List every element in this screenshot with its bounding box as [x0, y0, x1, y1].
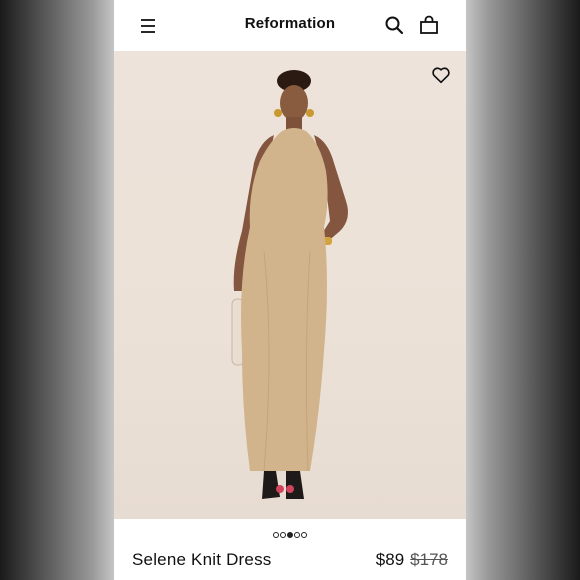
original-price: $178 [410, 550, 448, 569]
carousel-dot[interactable] [273, 531, 279, 538]
app-screen: Reformation Selene Knit Dress $89 $178 [114, 0, 466, 580]
product-name: Selene Knit Dress [132, 550, 272, 569]
sale-price: $89 [375, 550, 405, 569]
carousel-dot[interactable] [280, 531, 286, 538]
carousel-indicator [114, 526, 466, 538]
search-icon [385, 16, 404, 35]
search-button[interactable] [384, 15, 404, 35]
favorite-button[interactable] [430, 64, 452, 86]
carousel-dot[interactable] [287, 531, 293, 538]
heart-outline-icon [432, 67, 450, 84]
product-image[interactable] [114, 51, 466, 519]
product-info-panel: Selene Knit Dress $89 $178 [114, 519, 466, 580]
shopping-bag-button[interactable] [419, 15, 439, 35]
top-navigation-bar: Reformation [114, 0, 466, 51]
carousel-dot[interactable] [294, 531, 300, 538]
carousel-dot[interactable] [301, 531, 307, 538]
brand-logo[interactable]: Reformation [114, 15, 466, 32]
shopping-bag-icon [420, 15, 438, 34]
model-wearing-dress-image [231, 70, 348, 499]
price-group: $89 $178 [376, 550, 448, 570]
